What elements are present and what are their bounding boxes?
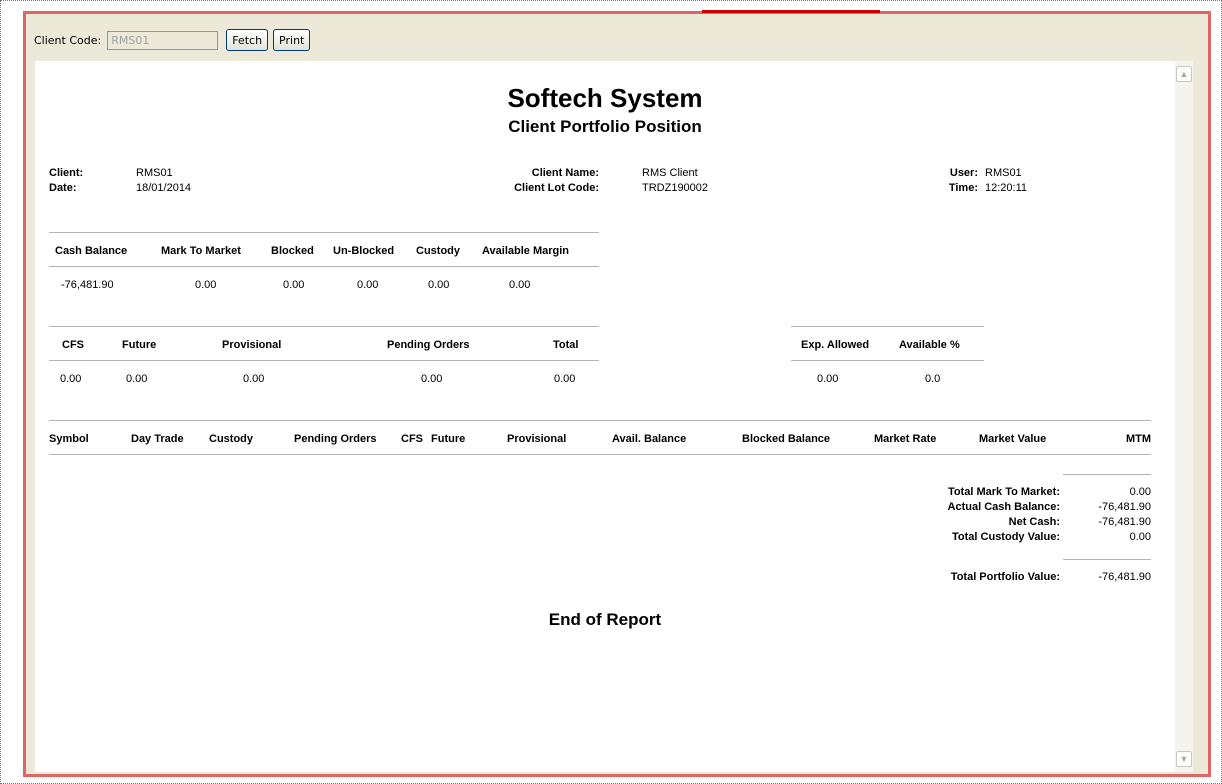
margin-header-unblocked: Un-Blocked [333, 245, 395, 257]
total-mtm-value: 0.00 [1129, 486, 1151, 498]
totals-top-rule [1063, 474, 1151, 475]
net-cash-label: Net Cash: [1008, 516, 1060, 528]
allowed-table-header-rule [791, 360, 984, 361]
holdings-header-provisional: Provisional [507, 433, 567, 445]
allowed-header-available-pct: Available % [899, 339, 960, 351]
holdings-header-future: Future [431, 433, 466, 445]
totals-bottom-rule [1063, 559, 1151, 560]
exposure-value-future: 0.00 [126, 373, 148, 385]
lot-code-value: TRDZ190002 [642, 182, 709, 194]
company-title: Softech System [507, 83, 703, 113]
exposure-table-header-rule [49, 360, 599, 361]
client-name-label: Client Name: [531, 167, 599, 179]
vertical-scrollbar[interactable]: ▲ ▼ [1175, 61, 1193, 772]
exposure-table-top-rule [49, 326, 599, 327]
date-value: 18/01/2014 [136, 182, 192, 194]
holdings-header-custody: Custody [209, 433, 253, 445]
margin-value-cash-balance: -76,481.90 [61, 279, 114, 291]
margin-header-cash-balance: Cash Balance [55, 245, 128, 257]
total-portfolio-value-label: Total Portfolio Value: [950, 571, 1060, 583]
holdings-header-mtm: MTM [1125, 433, 1151, 445]
exposure-header-cfs: CFS [62, 339, 84, 351]
exposure-value-pending-orders: 0.00 [421, 373, 443, 385]
total-custody-value-label: Total Custody Value: [952, 531, 1060, 543]
margin-header-blocked: Blocked [271, 245, 314, 257]
allowed-value-exp-allowed: 0.00 [817, 373, 839, 385]
exposure-value-provisional: 0.00 [243, 373, 265, 385]
margin-value-blocked: 0.00 [283, 279, 305, 291]
client-name-value: RMS Client [642, 167, 698, 179]
allowed-value-available-pct: 0.0 [925, 373, 941, 385]
exposure-header-total: Total [553, 339, 579, 351]
total-portfolio-value-value: -76,481.90 [1098, 571, 1151, 583]
user-value: RMS01 [985, 167, 1022, 179]
chevron-down-icon[interactable]: ▼ [1176, 751, 1192, 767]
end-of-report-text: End of Report [548, 610, 662, 629]
margin-table-top-rule [49, 232, 599, 233]
client-code-label: Client Code: [34, 33, 102, 47]
exposure-header-provisional: Provisional [222, 339, 282, 351]
margin-header-available-margin: Available Margin [482, 245, 570, 257]
exposure-header-pending-orders: Pending Orders [387, 339, 470, 351]
holdings-header-market-rate: Market Rate [874, 433, 937, 445]
time-label: Time: [948, 182, 978, 194]
holdings-header-avail-balance: Avail. Balance [612, 433, 687, 445]
net-cash-value: -76,481.90 [1098, 516, 1151, 528]
print-button[interactable]: Print [273, 29, 311, 51]
time-value: 12:20:11 [985, 182, 1028, 194]
margin-header-custody: Custody [416, 245, 460, 257]
margin-table-header-rule [49, 266, 599, 267]
report-page: Softech System Client Portfolio Position… [35, 61, 1175, 772]
toolbar: Client Code: Fetch Print [34, 28, 315, 52]
frame-accent-bar [702, 10, 880, 13]
holdings-header-day-trade: Day Trade [131, 433, 184, 445]
holdings-top-rule [49, 420, 1151, 421]
date-label: Date: [49, 182, 77, 194]
margin-header-mtm: Mark To Market [161, 245, 241, 257]
holdings-header-symbol: Symbol [49, 433, 89, 445]
client-label: Client: [49, 167, 84, 179]
report-subtitle: Client Portfolio Position [508, 117, 702, 136]
allowed-table-top-rule [791, 326, 984, 327]
user-label: User: [949, 167, 978, 179]
margin-value-mtm: 0.00 [195, 279, 217, 291]
actual-cash-balance-value: -76,481.90 [1098, 501, 1151, 513]
exposure-value-cfs: 0.00 [60, 373, 82, 385]
exposure-value-total: 0.00 [554, 373, 576, 385]
margin-value-available-margin: 0.00 [509, 279, 531, 291]
allowed-header-exp-allowed: Exp. Allowed [801, 339, 870, 351]
total-custody-value-value: 0.00 [1129, 531, 1151, 543]
total-mtm-label: Total Mark To Market: [947, 486, 1060, 498]
holdings-header-pending-orders: Pending Orders [294, 433, 377, 445]
holdings-header-rule [49, 454, 1151, 455]
client-code-input[interactable] [107, 30, 219, 50]
holdings-header-cfs: CFS [401, 433, 423, 445]
actual-cash-balance-label: Actual Cash Balance: [947, 501, 1060, 513]
chevron-up-icon[interactable]: ▲ [1176, 66, 1192, 82]
lot-code-label: Client Lot Code: [514, 182, 599, 194]
holdings-header-blocked-balance: Blocked Balance [742, 433, 831, 445]
holdings-header-market-value: Market Value [979, 433, 1047, 445]
exposure-header-future: Future [122, 339, 157, 351]
client-value: RMS01 [136, 167, 173, 179]
report-viewer-frame: Client Code: Fetch Print Softech System … [23, 11, 1211, 777]
margin-value-custody: 0.00 [428, 279, 450, 291]
margin-value-unblocked: 0.00 [357, 279, 379, 291]
fetch-button[interactable]: Fetch [226, 29, 269, 51]
